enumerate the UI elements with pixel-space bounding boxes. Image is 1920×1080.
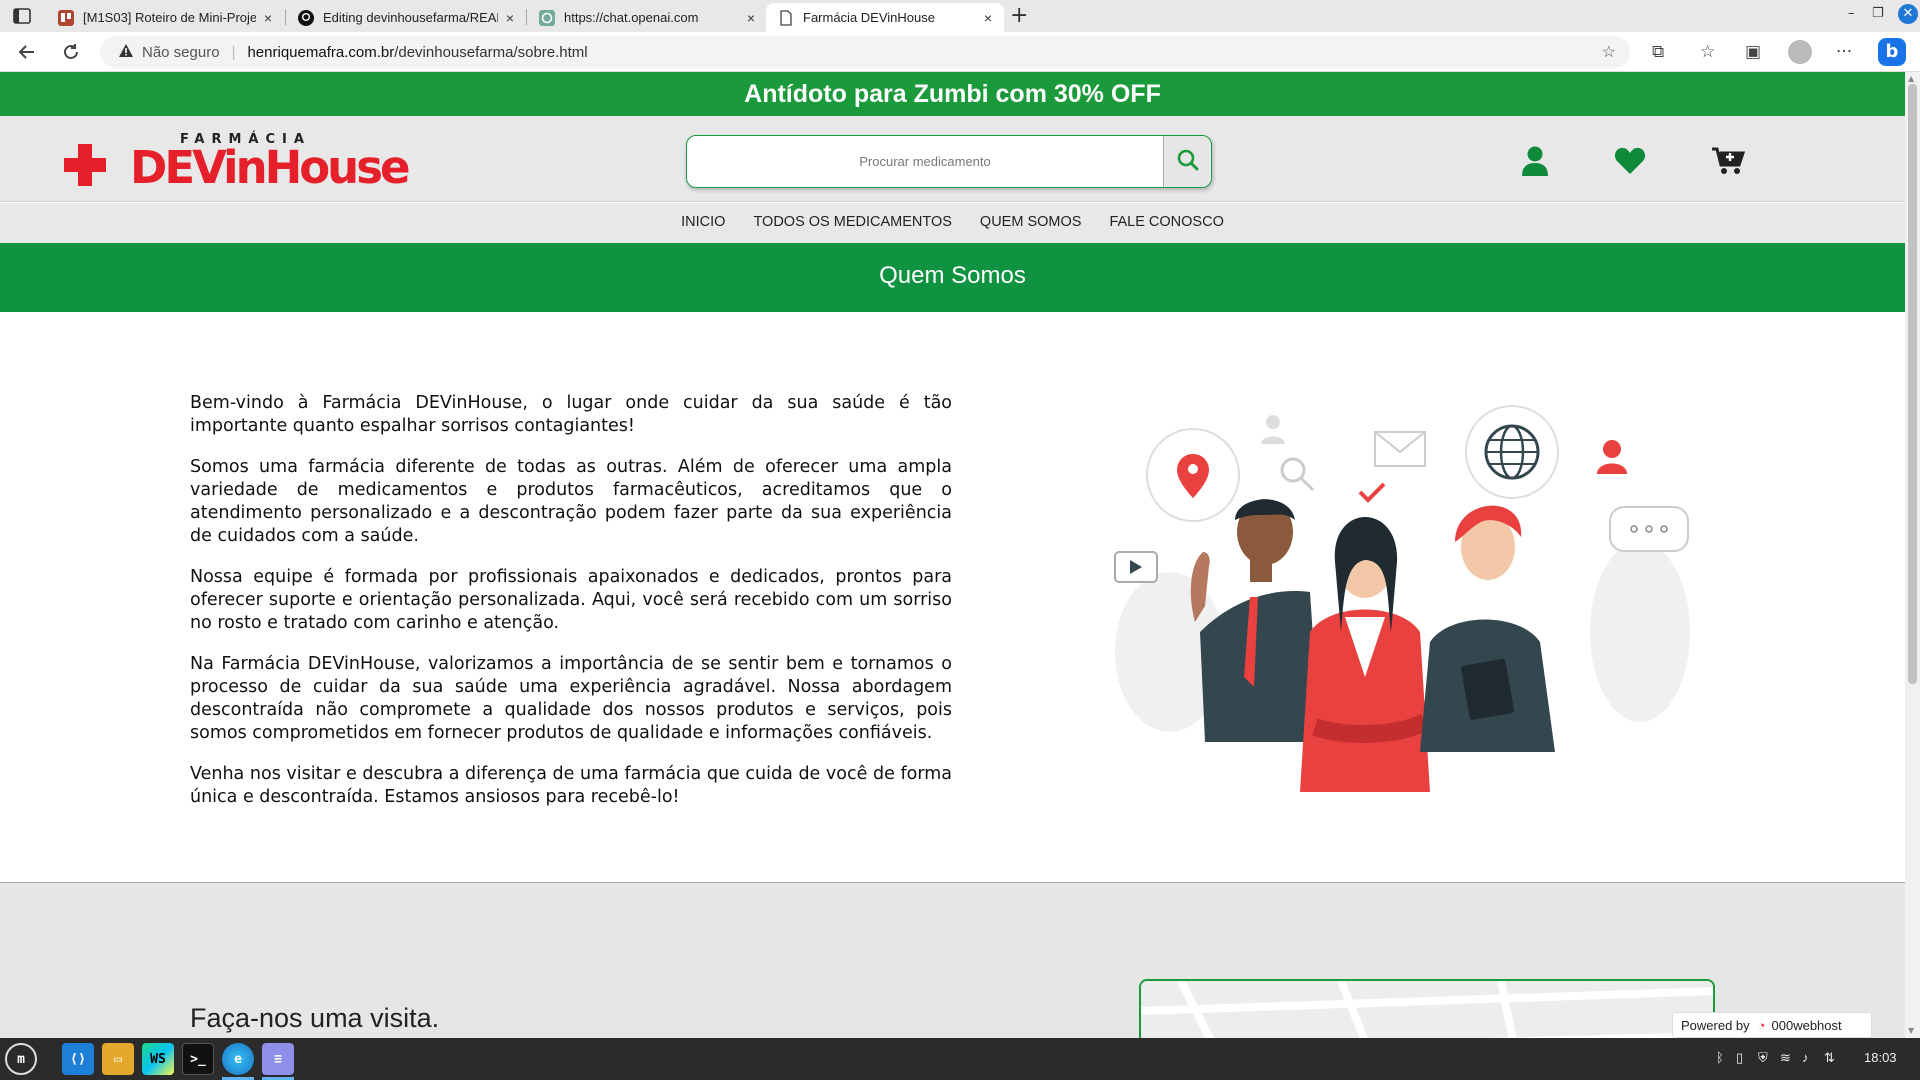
security-status[interactable]: Não seguro <box>142 44 220 61</box>
favorites-icon[interactable]: ☆ <box>1700 42 1715 62</box>
network-icon[interactable]: ⇅ <box>1824 1050 1835 1066</box>
map-image <box>1141 981 1713 1038</box>
tab-title: https://chat.openai.com <box>564 10 699 25</box>
back-arrow-icon[interactable] <box>16 41 38 68</box>
volume-icon[interactable]: ♪ <box>1802 1050 1809 1065</box>
scroll-up-icon[interactable]: ▲ <box>1908 74 1914 83</box>
tab-title: Editing devinhousefarma/README <box>323 10 498 25</box>
maximize-icon[interactable]: ❐ <box>1872 6 1884 21</box>
page-icon <box>778 9 794 26</box>
github-icon <box>298 9 314 26</box>
site-logo[interactable]: FARMÁCIA DEVinHouse <box>62 132 411 192</box>
window-close-icon[interactable]: ✕ <box>1898 4 1918 24</box>
wifi-icon[interactable]: ≋ <box>1780 1050 1791 1066</box>
new-tab-button[interactable]: + <box>1010 3 1028 28</box>
search-box <box>686 135 1212 188</box>
map-embed[interactable] <box>1139 979 1715 1038</box>
add-favorite-icon[interactable]: ☆ <box>1602 42 1616 62</box>
search-icon <box>1176 148 1200 176</box>
collections-icon[interactable]: ▣ <box>1745 42 1761 62</box>
site-header: FARMÁCIA DEVinHouse <box>0 116 1905 202</box>
warning-icon[interactable] <box>118 43 134 62</box>
about-paragraph: Bem-vindo à Farmácia DEVinHouse, o lugar… <box>190 393 952 436</box>
about-paragraph: Na Farmácia DEVinHouse, valorizamos a im… <box>190 654 952 743</box>
about-text: Bem-vindo à Farmácia DEVinHouse, o lugar… <box>190 392 952 827</box>
shield-icon[interactable]: ⛨ <box>1758 1050 1768 1066</box>
tab-title: [M1S03] Roteiro de Mini-Projeto <box>83 10 256 25</box>
terminal-icon[interactable]: >_ <box>182 1043 214 1075</box>
address-bar[interactable]: Não seguro | henriquemafra.com.br/devinh… <box>100 36 1630 68</box>
page-title: Quem Somos <box>0 243 1905 312</box>
nav-inicio[interactable]: INICIO <box>667 214 739 230</box>
about-paragraph: Somos uma farmácia diferente de todas as… <box>190 457 952 546</box>
extensions-icon[interactable]: ⧉ <box>1652 42 1664 62</box>
visit-title: Faça-nos uma visita. <box>190 1003 440 1033</box>
team-illustration <box>1114 405 1690 792</box>
clock[interactable]: 18:03 <box>1864 1050 1897 1065</box>
trello-icon <box>58 9 74 26</box>
clipboard-icon[interactable]: ▯ <box>1736 1050 1743 1066</box>
tab-title: Farmácia DEVinHouse <box>803 10 935 25</box>
url-text[interactable]: henriquemafra.com.br/devinhousefarma/sob… <box>247 44 587 61</box>
close-tab-icon[interactable]: × <box>747 10 755 26</box>
browser-tab-bar: [M1S03] Roteiro de Mini-Projeto × Editin… <box>0 0 1920 32</box>
user-icon[interactable] <box>1517 143 1553 179</box>
scroll-down-icon[interactable]: ▼ <box>1908 1026 1914 1035</box>
about-paragraph: Venha nos visitar e descubra a diferença… <box>190 764 952 807</box>
bing-copilot-icon[interactable]: b <box>1878 38 1906 66</box>
nav-fale-conosco[interactable]: FALE CONOSCO <box>1095 214 1237 230</box>
promo-banner: Antídoto para Zumbi com 30% OFF <box>0 72 1905 116</box>
close-tab-icon[interactable]: × <box>506 10 514 26</box>
webstorm-icon[interactable]: WS <box>142 1043 174 1075</box>
heart-icon[interactable] <box>1612 143 1648 179</box>
close-tab-icon[interactable]: × <box>264 10 272 26</box>
bluetooth-icon[interactable]: ᛒ <box>1716 1050 1724 1065</box>
tab-chatgpt[interactable]: https://chat.openai.com × <box>527 3 767 32</box>
close-tab-icon[interactable]: × <box>984 10 992 26</box>
text-editor-icon[interactable]: ≡ <box>262 1043 294 1075</box>
main-nav: INICIO TODOS OS MEDICAMENTOS QUEM SOMOS … <box>0 203 1905 243</box>
tab-roteiro[interactable]: [M1S03] Roteiro de Mini-Projeto × <box>46 3 284 32</box>
vscode-icon[interactable]: ⟨⟩ <box>62 1043 94 1075</box>
page-viewport: Antídoto para Zumbi com 30% OFF FARMÁCIA… <box>0 72 1905 1038</box>
profile-avatar-icon[interactable] <box>1788 40 1812 64</box>
edge-icon[interactable]: e <box>222 1043 254 1075</box>
nav-todos-os-medicamentos[interactable]: TODOS OS MEDICAMENTOS <box>739 214 965 230</box>
search-input[interactable] <box>687 136 1163 187</box>
tab-farmacia-active[interactable]: Farmácia DEVinHouse × <box>766 3 1004 32</box>
page-scrollbar[interactable]: ▲ ▼ <box>1905 72 1920 1038</box>
browser-toolbar: Não seguro | henriquemafra.com.br/devinh… <box>0 32 1920 72</box>
more-options-icon[interactable]: ··· <box>1836 42 1852 62</box>
nav-quem-somos[interactable]: QUEM SOMOS <box>966 214 1096 230</box>
tab-actions-menu-icon[interactable] <box>12 7 32 25</box>
menu-icon[interactable]: m <box>5 1043 37 1075</box>
reload-icon[interactable] <box>60 41 82 68</box>
tab-github[interactable]: Editing devinhousefarma/README × <box>286 3 526 32</box>
red-cross-icon <box>64 144 106 186</box>
cart-icon[interactable] <box>1710 143 1746 179</box>
powered-by-badge[interactable]: Powered by ◔ 000webhost <box>1672 1012 1872 1038</box>
minimize-icon[interactable]: – <box>1848 6 1855 21</box>
files-icon[interactable]: ▭ <box>102 1043 134 1075</box>
os-taskbar: m ⟨⟩ ▭ WS >_ e ≡ ᛒ ▯ ⛨ ≋ ♪ ⇅ 18:03 <box>0 1038 1920 1080</box>
about-paragraph: Nossa equipe é formada por profissionais… <box>190 567 952 633</box>
webhost-logo-icon: ◔ <box>1757 1017 1766 1033</box>
visit-section: Faça-nos uma visita. <box>0 882 1905 1038</box>
scroll-thumb[interactable] <box>1908 84 1917 684</box>
chatgpt-icon <box>539 9 555 26</box>
search-button[interactable] <box>1163 136 1211 187</box>
